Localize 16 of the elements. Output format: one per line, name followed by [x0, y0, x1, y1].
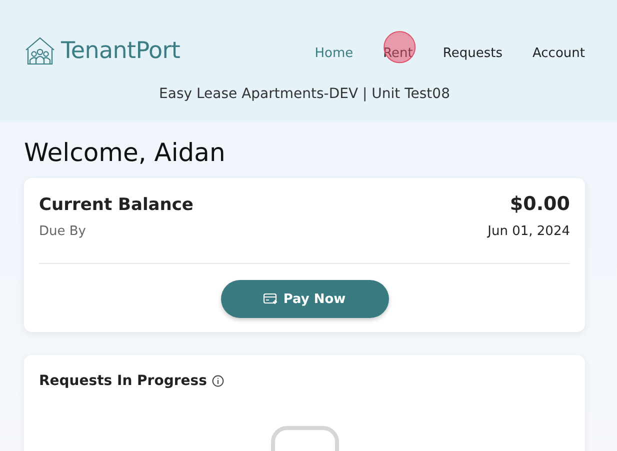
welcome-heading: Welcome, Aidan — [24, 138, 226, 167]
house-people-logo-icon — [24, 36, 56, 66]
due-label: Due By — [39, 224, 86, 239]
pay-now-button[interactable]: Pay Now — [220, 280, 388, 318]
info-icon — [212, 375, 224, 387]
nav-link[interactable]: Account — [532, 46, 585, 60]
due-date: Jun 01, 2024 — [488, 224, 570, 239]
balance-title: Current Balance — [39, 195, 194, 215]
card-icon — [263, 293, 278, 305]
empty-state-icon — [270, 425, 340, 451]
balance-amount: $0.00 — [510, 193, 570, 215]
requests-title: Requests In Progress — [39, 373, 207, 389]
nav-link[interactable]: Home — [314, 46, 354, 60]
brand-name: TenantPort — [61, 38, 180, 64]
property-unit-label: Easy Lease Apartments-DEV | Unit Test08 — [158, 86, 451, 102]
nav-link[interactable]: Requests — [442, 46, 502, 60]
